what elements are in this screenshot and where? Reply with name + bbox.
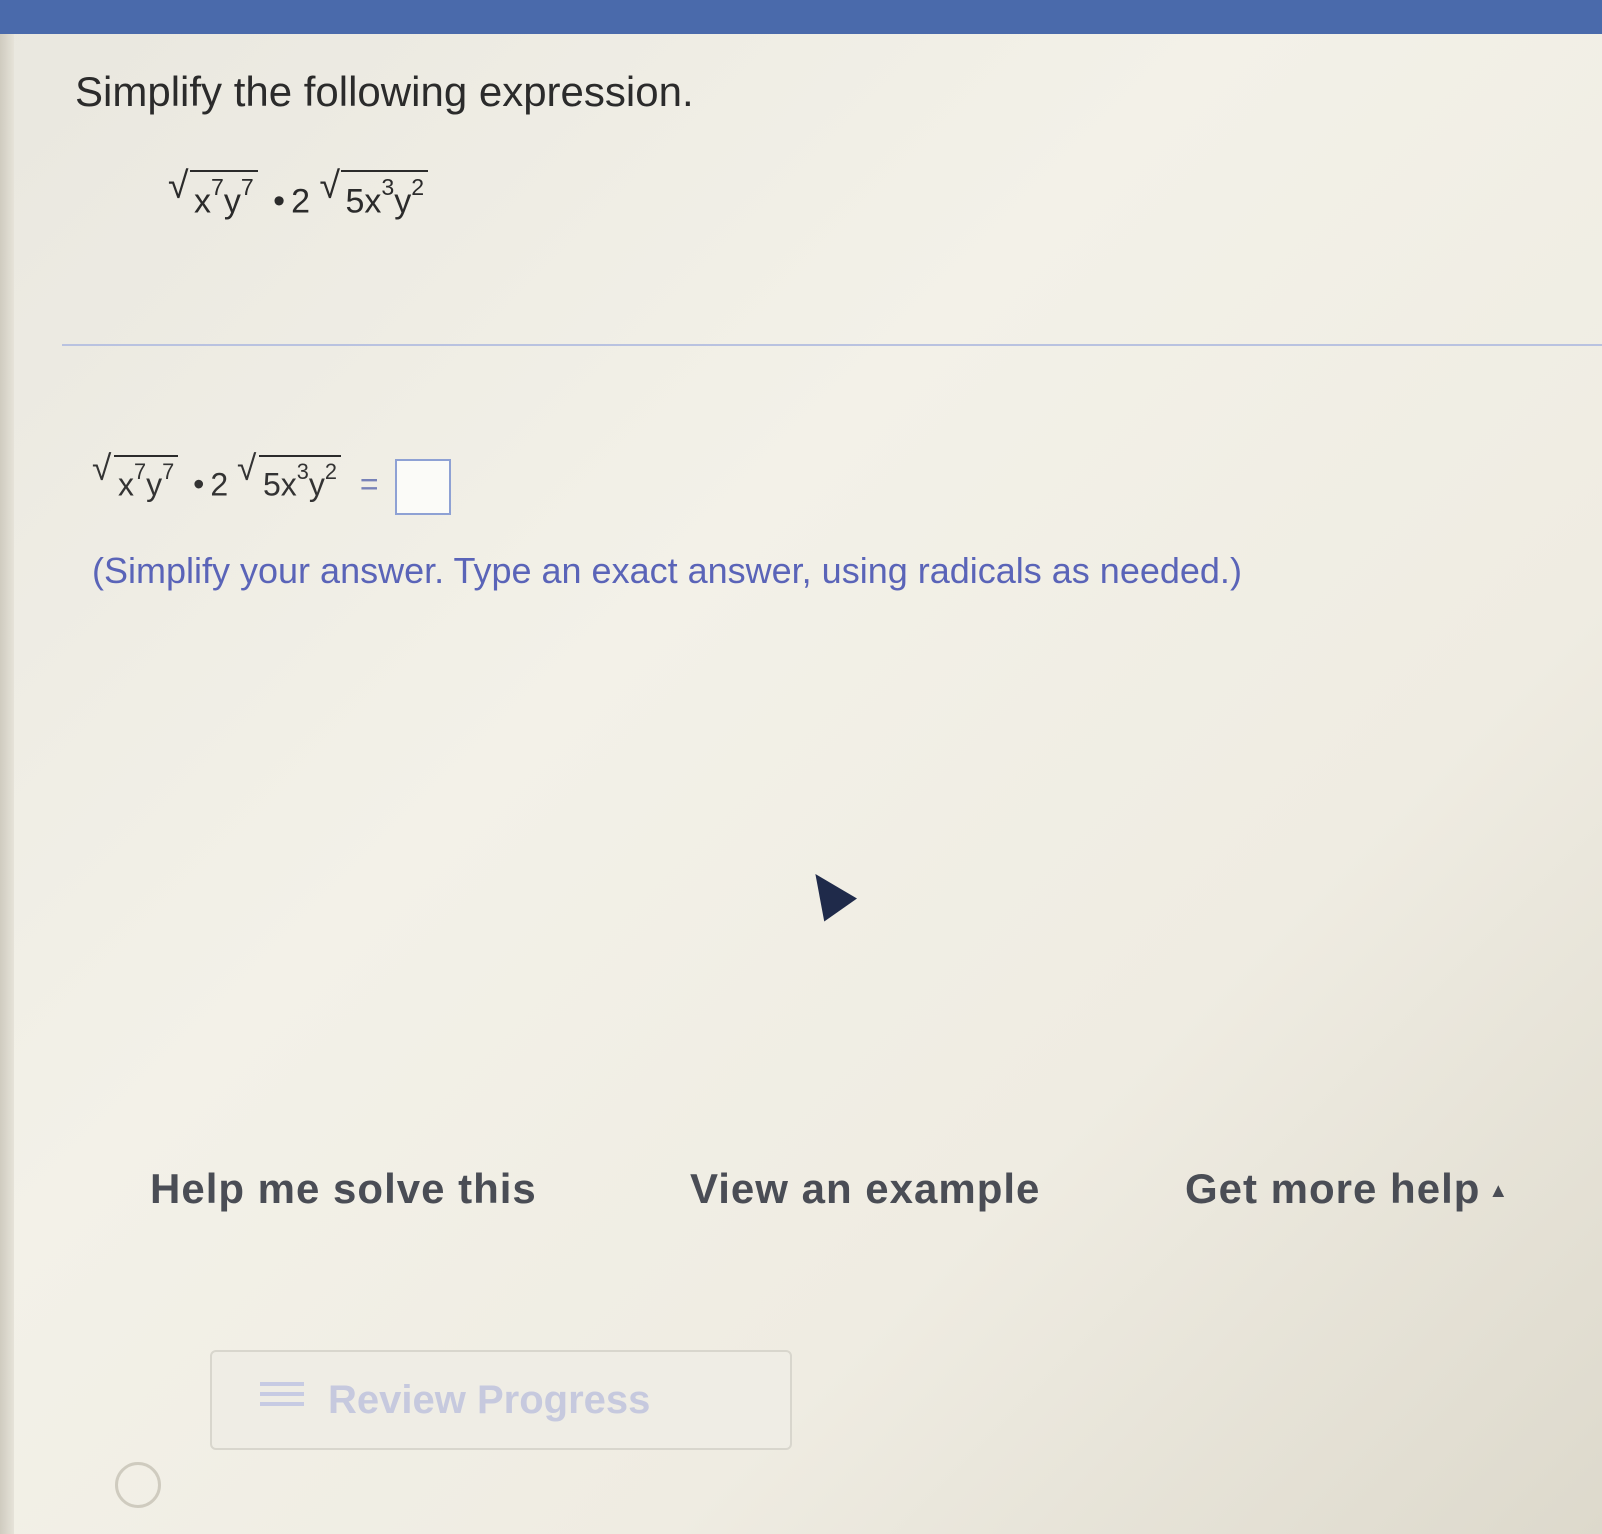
help-me-solve-button[interactable]: Help me solve this (150, 1165, 537, 1213)
y-exponent: 7 (240, 174, 254, 200)
radical-1: √ x7y7 (92, 449, 179, 503)
x-exponent: 7 (211, 174, 224, 200)
coefficient: 2 (210, 466, 229, 503)
multiply-operator: • (273, 182, 286, 221)
y-exponent: 7 (162, 459, 175, 484)
equals-sign: = (359, 466, 379, 503)
list-icon (260, 1382, 304, 1418)
question-expression: √ x7y7 • 2 √ 5x3y2 (168, 164, 429, 221)
radical-2: √ 5x3y2 (319, 164, 429, 221)
caret-up-icon: ▲ (1488, 1180, 1510, 1203)
sqrt-symbol-icon: √ (168, 164, 189, 206)
review-progress-label: Review Progress (328, 1377, 651, 1422)
radical-1: √ x7y7 (168, 164, 258, 221)
section-divider (62, 344, 1602, 346)
y-exponent: 2 (324, 459, 338, 484)
radical-coefficient: 5 (345, 182, 365, 221)
y-exponent: 2 (411, 174, 425, 200)
top-bar (0, 0, 1602, 34)
sqrt-symbol-icon: √ (237, 449, 257, 488)
view-example-button[interactable]: View an example (690, 1165, 1040, 1213)
x-exponent: 7 (134, 459, 147, 484)
answer-instruction: (Simplify your answer. Type an exact ans… (92, 550, 1242, 591)
answer-expression: √ x7y7 • 2 √ 5x3y2 = (92, 449, 452, 515)
circle-icon (115, 1462, 161, 1508)
x-exponent: 3 (381, 174, 395, 200)
radical-2: √ 5x3y2 (237, 449, 342, 503)
review-progress-button[interactable]: Review Progress (210, 1350, 792, 1450)
sqrt-symbol-icon: √ (319, 164, 340, 206)
answer-input[interactable] (395, 458, 452, 515)
sqrt-symbol-icon: √ (92, 449, 112, 488)
coefficient: 2 (291, 182, 310, 221)
get-more-help-button[interactable]: Get more help ▲ (1185, 1165, 1509, 1213)
radical-coefficient: 5 (263, 466, 281, 503)
multiply-operator: • (193, 466, 205, 503)
mouse-cursor-icon (798, 862, 858, 922)
question-prompt: Simplify the following expression. (75, 68, 694, 115)
x-exponent: 3 (296, 459, 309, 484)
get-more-help-label: Get more help (1185, 1165, 1481, 1212)
left-edge (0, 34, 14, 1534)
